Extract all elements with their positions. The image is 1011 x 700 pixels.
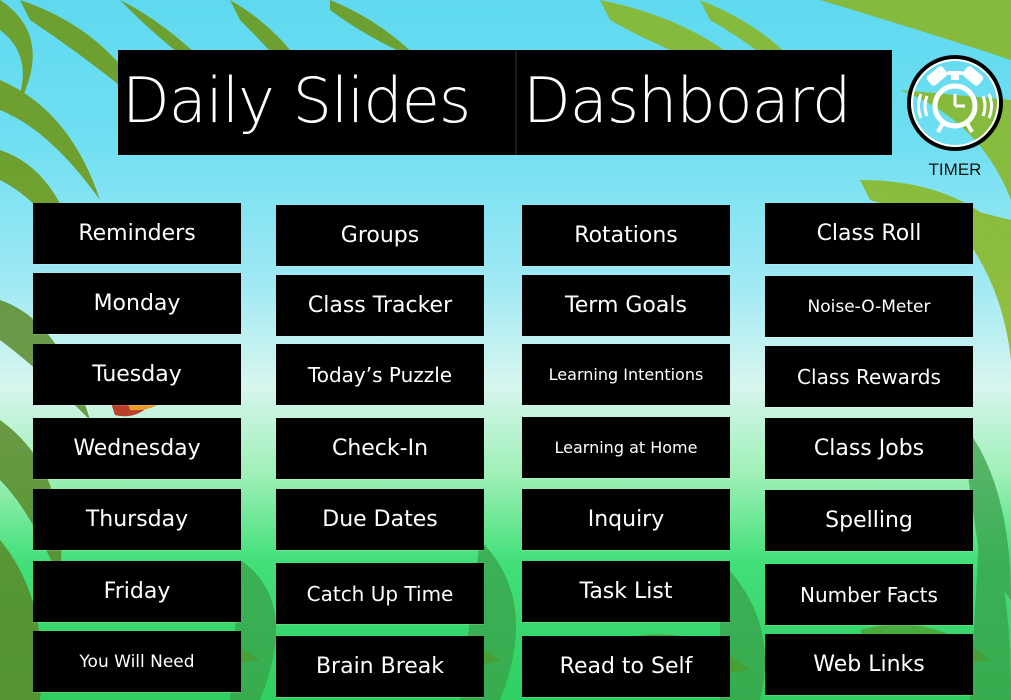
tile-label: Number Facts <box>800 582 938 607</box>
tile-number-facts[interactable]: Number Facts <box>765 564 973 625</box>
page-title-dashboard: Dashboard <box>523 64 851 137</box>
tile-friday[interactable]: Friday <box>33 561 241 622</box>
tile-class-tracker[interactable]: Class Tracker <box>276 275 484 336</box>
alarm-clock-icon <box>907 55 1003 151</box>
tile-class-jobs[interactable]: Class Jobs <box>765 418 973 479</box>
tile-label: Friday <box>103 579 171 604</box>
tile-label: Web Links <box>813 652 925 677</box>
tile-label: Term Goals <box>565 293 687 318</box>
tile-label: Spelling <box>825 508 913 533</box>
tile-monday[interactable]: Monday <box>33 273 241 334</box>
tile-label: Inquiry <box>587 507 665 532</box>
tile-read-to-self[interactable]: Read to Self <box>522 636 730 697</box>
title-divider <box>515 50 517 155</box>
page-title-daily-slides: Daily Slides <box>122 64 471 137</box>
tile-learning-at-home[interactable]: Learning at Home <box>522 417 730 478</box>
tile-label: Tuesday <box>92 362 182 387</box>
tile-todays-puzzle[interactable]: Today’s Puzzle <box>276 344 484 405</box>
tile-label: Learning at Home <box>554 438 698 457</box>
tile-label: You Will Need <box>79 651 195 672</box>
tile-noise-o-meter[interactable]: Noise-O-Meter <box>765 276 973 337</box>
tile-learning-intentions[interactable]: Learning Intentions <box>522 344 730 405</box>
tile-label: Noise-O-Meter <box>807 296 931 317</box>
tile-spelling[interactable]: Spelling <box>765 490 973 551</box>
tile-label: Class Rewards <box>797 364 941 389</box>
tile-groups[interactable]: Groups <box>276 205 484 266</box>
page-title-banner: Daily Slides Dashboard <box>118 50 892 155</box>
tile-label: Learning Intentions <box>548 365 704 384</box>
tile-label: Class Jobs <box>813 436 925 461</box>
tile-inquiry[interactable]: Inquiry <box>522 489 730 550</box>
tile-class-roll[interactable]: Class Roll <box>765 203 973 264</box>
tile-label: Catch Up Time <box>306 581 454 606</box>
tile-label: Today’s Puzzle <box>307 362 453 387</box>
tile-check-in[interactable]: Check-In <box>276 418 484 479</box>
timer-button[interactable]: TIMER <box>905 48 1003 179</box>
tile-label: Thursday <box>85 507 189 532</box>
tile-brain-break[interactable]: Brain Break <box>276 636 484 697</box>
tile-label: Task List <box>579 579 673 604</box>
tile-you-will-need[interactable]: You Will Need <box>33 631 241 692</box>
tile-label: Reminders <box>78 221 196 246</box>
tile-label: Brain Break <box>315 654 445 679</box>
tile-label: Class Tracker <box>307 293 453 318</box>
timer-label: TIMER <box>928 160 982 179</box>
tile-task-list[interactable]: Task List <box>522 561 730 622</box>
tile-reminders[interactable]: Reminders <box>33 203 241 264</box>
tile-tuesday[interactable]: Tuesday <box>33 344 241 405</box>
tile-catch-up-time[interactable]: Catch Up Time <box>276 563 484 624</box>
tile-wednesday[interactable]: Wednesday <box>33 418 241 479</box>
tile-web-links[interactable]: Web Links <box>765 634 973 695</box>
tile-rotations[interactable]: Rotations <box>522 205 730 266</box>
tile-label: Monday <box>93 291 181 316</box>
tile-label: Check-In <box>331 436 429 461</box>
tile-label: Wednesday <box>73 436 201 461</box>
tile-label: Due Dates <box>322 507 438 532</box>
tile-label: Read to Self <box>559 654 693 679</box>
tile-label: Class Roll <box>816 221 922 246</box>
tile-label: Rotations <box>574 223 678 248</box>
tile-label: Groups <box>340 223 420 248</box>
tile-thursday[interactable]: Thursday <box>33 489 241 550</box>
tile-term-goals[interactable]: Term Goals <box>522 275 730 336</box>
tile-due-dates[interactable]: Due Dates <box>276 489 484 550</box>
tile-class-rewards[interactable]: Class Rewards <box>765 346 973 407</box>
